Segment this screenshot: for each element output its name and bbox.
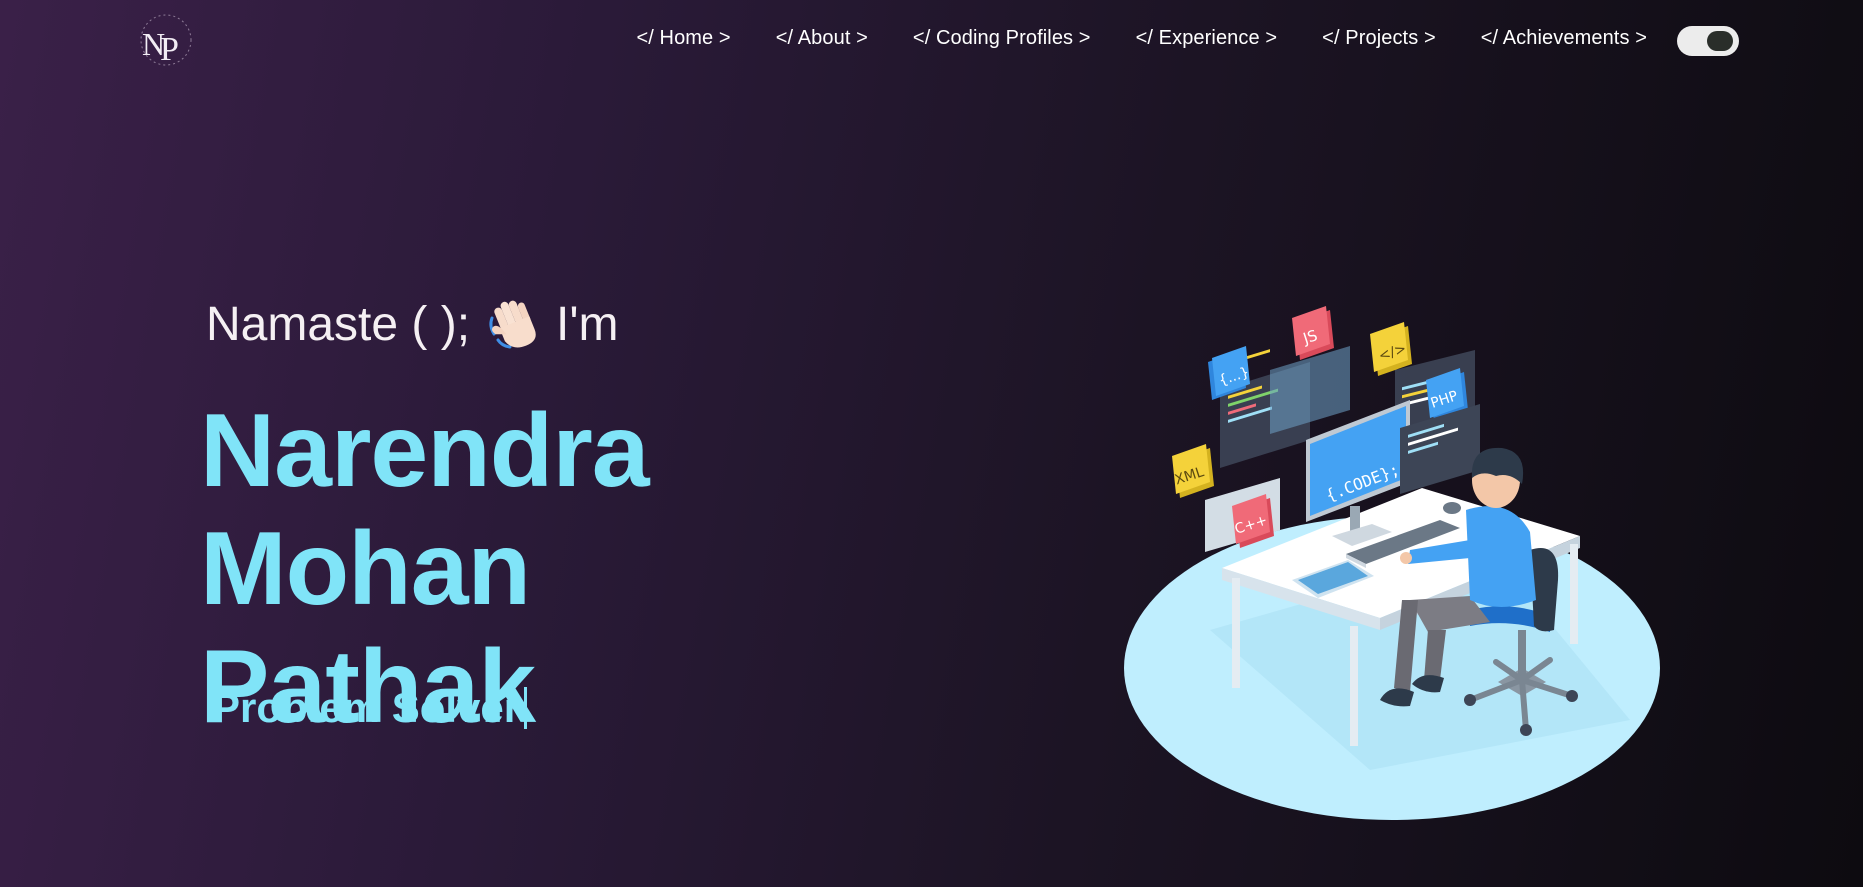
nav-experience[interactable]: </ Experience > bbox=[1136, 27, 1278, 50]
hero-greeting: Namaste ( ); I'm bbox=[206, 296, 619, 352]
nav-coding-profiles[interactable]: </ Coding Profiles > bbox=[913, 27, 1091, 50]
np-monogram-icon: N P bbox=[140, 14, 192, 68]
role-text: Problem Solver bbox=[212, 684, 521, 731]
greeting-prefix: Namaste ( ); bbox=[206, 297, 471, 351]
nav-projects[interactable]: </ Projects > bbox=[1322, 27, 1436, 50]
name-line-1: Narendra Mohan bbox=[200, 393, 650, 627]
badge-xml: XML bbox=[1172, 444, 1214, 498]
typewriter-role: Problem Solver bbox=[212, 684, 528, 732]
logo-letter-p: P bbox=[160, 31, 179, 68]
nav-achievements[interactable]: </ Achievements > bbox=[1481, 27, 1647, 50]
np-logo[interactable]: N P bbox=[134, 10, 198, 70]
site-header: N P </ Home > </ About > </ Coding Profi… bbox=[0, 0, 1863, 84]
developer-illustration: {...} JS </> PHP XML C++ {.CODE}; bbox=[1110, 300, 1670, 830]
waving-hand-icon bbox=[486, 296, 542, 352]
theme-toggle[interactable] bbox=[1677, 26, 1739, 56]
badge-js: JS bbox=[1292, 306, 1334, 360]
main-nav: </ Home > </ About > </ Coding Profiles … bbox=[636, 22, 1647, 54]
theme-toggle-knob bbox=[1707, 31, 1733, 51]
greeting-suffix: I'm bbox=[556, 297, 619, 351]
nav-about[interactable]: </ About > bbox=[776, 27, 868, 50]
typing-cursor bbox=[524, 687, 528, 729]
nav-home[interactable]: </ Home > bbox=[636, 27, 730, 50]
